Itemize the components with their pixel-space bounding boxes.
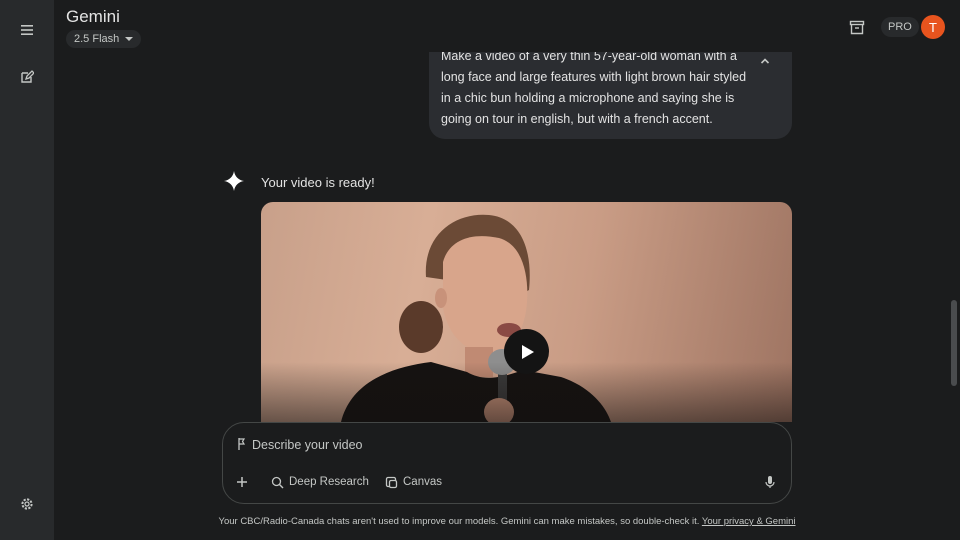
privacy-link[interactable]: Your privacy & Gemini bbox=[702, 516, 796, 527]
gemini-spark-icon bbox=[223, 170, 245, 192]
video-player[interactable] bbox=[261, 202, 792, 422]
menu-button[interactable] bbox=[13, 16, 41, 44]
new-chat-icon bbox=[21, 70, 34, 83]
deep-research-label: Deep Research bbox=[289, 476, 369, 488]
settings-button[interactable] bbox=[13, 490, 41, 518]
play-button[interactable] bbox=[504, 329, 549, 374]
user-message-bubble: Make a video of a very thin 57-year-old … bbox=[429, 52, 792, 139]
disclaimer-text: Your CBC/Radio-Canada chats aren't used … bbox=[218, 516, 700, 527]
settings-icon bbox=[21, 498, 33, 510]
pro-badge[interactable]: PRO bbox=[881, 17, 919, 37]
new-chat-button[interactable] bbox=[13, 63, 41, 91]
assistant-message: Your video is ready! bbox=[261, 175, 375, 190]
video-prompt-icon bbox=[236, 437, 248, 451]
mic-button[interactable] bbox=[764, 472, 776, 492]
canvas-button[interactable]: Canvas bbox=[385, 472, 442, 492]
deep-research-icon bbox=[271, 476, 284, 488]
footer-disclaimer: Your CBC/Radio-Canada chats aren't used … bbox=[0, 516, 960, 527]
model-label: 2.5 Flash bbox=[74, 33, 120, 45]
app-title: Gemini bbox=[66, 7, 120, 26]
user-message-text: Make a video of a very thin 57-year-old … bbox=[441, 52, 747, 126]
archive-icon bbox=[849, 20, 865, 34]
plus-icon bbox=[237, 477, 247, 487]
canvas-icon bbox=[385, 476, 398, 488]
collapse-chevron-icon bbox=[760, 58, 770, 64]
chevron-down-icon bbox=[125, 37, 134, 41]
add-button[interactable] bbox=[235, 472, 249, 492]
avatar[interactable]: T bbox=[921, 15, 945, 39]
scrollbar[interactable] bbox=[951, 300, 957, 386]
sidebar bbox=[0, 0, 54, 540]
canvas-label: Canvas bbox=[403, 476, 442, 488]
mic-icon bbox=[765, 476, 775, 488]
archive-button[interactable] bbox=[846, 16, 868, 38]
deep-research-button[interactable]: Deep Research bbox=[271, 472, 369, 492]
model-selector[interactable]: 2.5 Flash bbox=[66, 30, 142, 48]
menu-icon bbox=[21, 25, 33, 35]
prompt-input[interactable] bbox=[252, 436, 732, 454]
collapse-button[interactable] bbox=[757, 53, 773, 69]
play-icon bbox=[521, 344, 534, 359]
